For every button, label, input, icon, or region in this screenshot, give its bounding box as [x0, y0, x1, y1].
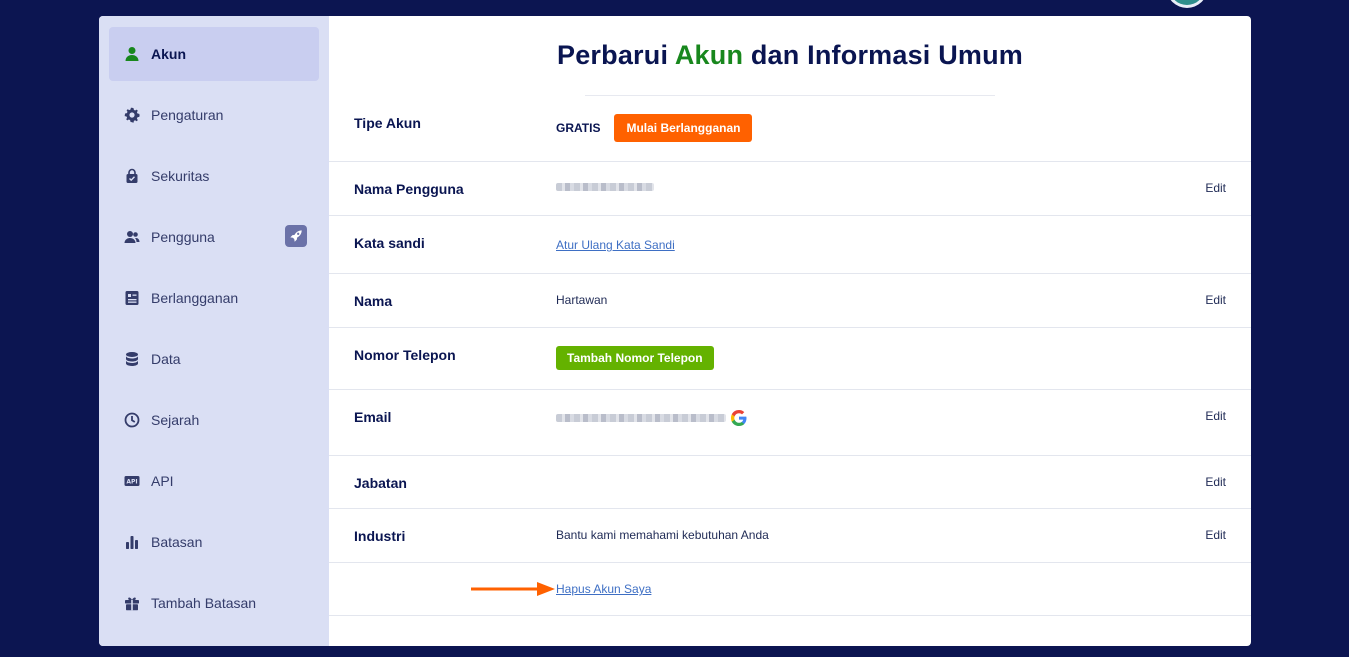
sidebar-item-sejarah[interactable]: Sejarah	[109, 393, 319, 447]
page-title-suffix: dan Informasi Umum	[743, 40, 1023, 70]
google-icon	[731, 410, 747, 426]
password-value: Atur Ulang Kata Sandi	[556, 238, 675, 252]
row-delete-account: Hapus Akun Saya	[329, 563, 1251, 616]
password-label: Kata sandi	[354, 235, 425, 251]
subscribe-button[interactable]: Mulai Berlangganan	[614, 114, 753, 142]
name-value: Hartawan	[556, 293, 607, 307]
edit-position-button[interactable]: Edit	[1205, 475, 1226, 489]
users-icon	[123, 228, 141, 246]
row-password: Kata sandi Atur Ulang Kata Sandi	[329, 216, 1251, 274]
history-icon	[123, 411, 141, 429]
name-label: Nama	[354, 293, 393, 309]
sidebar-item-data[interactable]: Data	[109, 332, 319, 386]
sidebar-item-akun[interactable]: Akun	[109, 27, 319, 81]
row-email: Email Edit	[329, 390, 1251, 456]
rocket-icon	[285, 225, 307, 247]
industry-value: Bantu kami memahami kebutuhan Anda	[556, 528, 769, 542]
edit-username-button[interactable]: Edit	[1205, 181, 1226, 195]
account-type-label: Tipe Akun	[354, 115, 421, 131]
username-label: Nama Pengguna	[354, 181, 464, 197]
row-name: Nama Hartawan Edit	[329, 274, 1251, 328]
sidebar-item-tambah-batasan[interactable]: Tambah Batasan	[109, 576, 319, 630]
sidebar-item-pengaturan[interactable]: Pengaturan	[109, 88, 319, 142]
sidebar-item-label: Pengguna	[151, 229, 215, 245]
reset-password-link[interactable]: Atur Ulang Kata Sandi	[556, 238, 675, 252]
position-label: Jabatan	[354, 475, 407, 491]
sidebar-item-label: Akun	[151, 46, 186, 62]
sidebar-item-label: Sekuritas	[151, 168, 210, 184]
row-account-type: Tipe Akun GRATIS Mulai Berlangganan	[329, 96, 1251, 162]
account-type-value: GRATIS Mulai Berlangganan	[556, 114, 753, 142]
add-phone-button[interactable]: Tambah Nomor Telepon	[556, 346, 714, 370]
avatar[interactable]	[1167, 0, 1207, 8]
sidebar-item-label: Tambah Batasan	[151, 595, 257, 611]
phone-value: Tambah Nomor Telepon	[556, 346, 714, 370]
page-title-prefix: Perbarui	[557, 40, 675, 70]
api-icon: API	[123, 472, 141, 490]
sidebar-item-label: Pengaturan	[151, 107, 224, 123]
account-card: Akun Pengaturan Sekuritas Pengguna Berla…	[99, 16, 1251, 646]
gear-icon	[123, 106, 141, 124]
email-value	[556, 410, 747, 426]
page-title-accent: Akun	[674, 40, 744, 70]
billing-icon	[123, 289, 141, 307]
sidebar-item-label: Batasan	[151, 534, 203, 550]
row-position: Jabatan Edit	[329, 456, 1251, 509]
sidebar-item-pengguna[interactable]: Pengguna	[109, 210, 319, 264]
sidebar-item-label: API	[151, 473, 174, 489]
svg-text:API: API	[126, 479, 137, 486]
sidebar-item-batasan[interactable]: Batasan	[109, 515, 319, 569]
delete-account-value: Hapus Akun Saya	[556, 582, 651, 596]
sidebar-item-sekuritas[interactable]: Sekuritas	[109, 149, 319, 203]
page-title: Perbarui Akun dan Informasi Umum	[329, 40, 1251, 76]
gift-icon	[123, 594, 141, 612]
redacted-email	[556, 414, 726, 422]
edit-email-button[interactable]: Edit	[1205, 409, 1226, 423]
user-icon	[123, 45, 141, 63]
plan-badge: GRATIS	[556, 121, 601, 135]
sidebar-item-api[interactable]: API API	[109, 454, 319, 508]
email-label: Email	[354, 409, 392, 425]
arrow-right-icon	[471, 582, 555, 596]
delete-account-link[interactable]: Hapus Akun Saya	[556, 582, 651, 596]
name-text: Hartawan	[556, 293, 608, 307]
industry-text: Bantu kami memahami kebutuhan Anda	[556, 528, 769, 542]
edit-industry-button[interactable]: Edit	[1205, 528, 1226, 542]
row-username: Nama Pengguna Edit	[329, 162, 1251, 216]
sidebar-item-label: Data	[151, 351, 181, 367]
sidebar-item-label: Berlangganan	[151, 290, 239, 306]
main-content: Perbarui Akun dan Informasi Umum Tipe Ak…	[329, 16, 1251, 646]
bar-chart-icon	[123, 533, 141, 551]
edit-name-button[interactable]: Edit	[1205, 293, 1226, 307]
redacted-username	[556, 183, 654, 191]
row-industry: Industri Bantu kami memahami kebutuhan A…	[329, 509, 1251, 563]
phone-label: Nomor Telepon	[354, 347, 456, 363]
database-icon	[123, 350, 141, 368]
sidebar: Akun Pengaturan Sekuritas Pengguna Berla…	[99, 16, 329, 646]
username-value	[556, 183, 654, 191]
lock-bag-icon	[123, 167, 141, 185]
row-phone: Nomor Telepon Tambah Nomor Telepon	[329, 328, 1251, 390]
sidebar-item-label: Sejarah	[151, 412, 200, 428]
sidebar-item-berlangganan[interactable]: Berlangganan	[109, 271, 319, 325]
industry-label: Industri	[354, 528, 406, 544]
